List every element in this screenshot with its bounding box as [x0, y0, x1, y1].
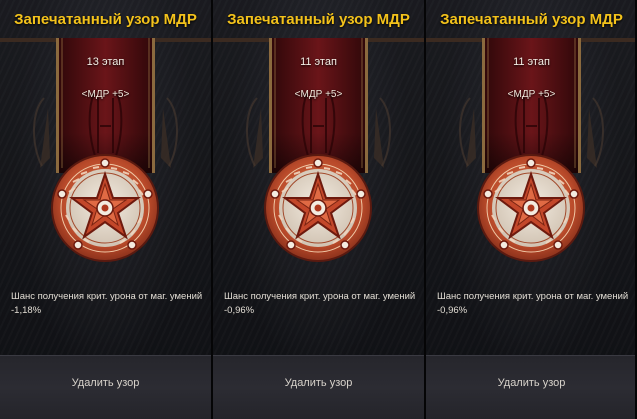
effect-text: Шанс получения крит. урона от маг. умени…	[11, 291, 203, 302]
effect-text: Шанс получения крит. урона от маг. умени…	[224, 291, 416, 302]
effect-value: -0,96%	[224, 305, 255, 316]
card-title: Запечатанный узор МДР	[14, 11, 197, 28]
card-title: Запечатанный узор МДР	[227, 11, 410, 28]
bonus-label: <МДР +5>	[507, 89, 556, 100]
pattern-card: Запечатанный узор МДР 11 этап <МДР +5> Ш…	[213, 0, 424, 419]
effect-value: -1,18%	[11, 305, 42, 316]
stage-label: 11 этап	[513, 56, 550, 68]
remove-pattern-button[interactable]: Удалить узор	[466, 372, 597, 394]
card-title: Запечатанный узор МДР	[440, 11, 623, 28]
stage-label: 13 этап	[86, 56, 125, 68]
effect-description: Шанс получения крит. урона от маг. умени…	[437, 290, 637, 318]
remove-pattern-button[interactable]: Удалить узор	[253, 372, 384, 394]
effect-description: Шанс получения крит. урона от маг. умени…	[224, 290, 424, 318]
effect-value: -0,96%	[437, 305, 468, 316]
pentagram-seal-icon	[49, 152, 161, 264]
effect-text: Шанс получения крит. урона от маг. умени…	[437, 291, 629, 302]
bonus-label: <МДР +5>	[294, 89, 343, 100]
pentagram-seal-icon	[262, 152, 374, 264]
pentagram-seal-icon	[475, 152, 587, 264]
pattern-card: Запечатанный узор МДР 13 этап <МДР +5> Ш…	[0, 0, 211, 419]
bonus-label: <МДР +5>	[81, 89, 130, 100]
pattern-card: Запечатанный узор МДР 11 этап <МДР +5> Ш…	[426, 0, 637, 419]
remove-pattern-button[interactable]: Удалить узор	[40, 372, 171, 394]
stage-label: 11 этап	[300, 56, 337, 68]
effect-description: Шанс получения крит. урона от маг. умени…	[11, 290, 211, 318]
